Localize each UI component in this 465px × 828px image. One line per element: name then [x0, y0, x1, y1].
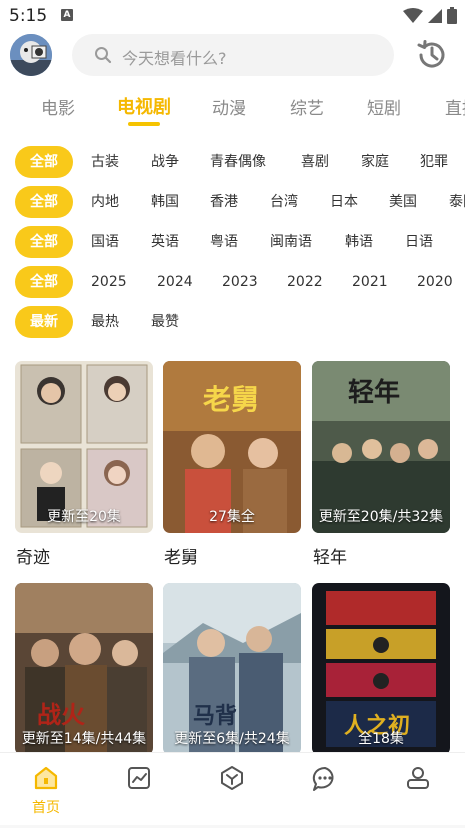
- episode-badge: 更新至14集/共44集: [21, 731, 147, 747]
- nav-messages[interactable]: [295, 765, 355, 797]
- poster-image: 轻年 更新至20集/共32集: [312, 361, 450, 533]
- chart-icon: [128, 767, 150, 789]
- filter-year-all[interactable]: 全部: [15, 266, 73, 298]
- filter-chip[interactable]: 2023: [222, 266, 258, 298]
- filter-chip[interactable]: 台湾: [270, 186, 298, 218]
- home-icon: [34, 766, 58, 790]
- user-icon: [407, 767, 429, 789]
- nav-trending[interactable]: [109, 765, 169, 795]
- filter-chip[interactable]: 英语: [151, 226, 179, 258]
- filter-chip[interactable]: 喜剧: [301, 146, 329, 178]
- filter-chip[interactable]: 泰国: [449, 186, 465, 218]
- status-icons: [403, 7, 457, 24]
- filter-chip[interactable]: 日语: [405, 226, 433, 258]
- filter-chip[interactable]: 战争: [151, 146, 179, 178]
- avatar[interactable]: [10, 34, 52, 76]
- filter-chip[interactable]: 香港: [210, 186, 238, 218]
- filter-chip[interactable]: 犯罪: [420, 146, 448, 178]
- sort-chip[interactable]: 最赞: [151, 306, 179, 338]
- filter-row-genre: 全部 古装 战争 青春偶像 喜剧 家庭 犯罪: [0, 144, 465, 180]
- signal-icon: [428, 8, 442, 23]
- filter-row-region: 全部 内地 韩国 香港 台湾 日本 美国 泰国: [0, 184, 465, 220]
- filter-chip[interactable]: 韩国: [151, 186, 179, 218]
- notification-a-icon: A: [61, 9, 73, 21]
- video-title: 奇迹: [16, 548, 50, 568]
- cube-icon: [221, 766, 243, 790]
- svg-text:马背: 马背: [193, 704, 237, 729]
- bottom-nav: 首页: [0, 752, 465, 828]
- filter-chip[interactable]: 青春偶像: [210, 146, 266, 178]
- episode-badge: 27集全: [209, 509, 255, 525]
- filter-row-year: 全部 2025 2024 2023 2022 2021 2020: [0, 264, 465, 300]
- filter-region-all[interactable]: 全部: [15, 186, 73, 218]
- video-title: 轻年: [313, 548, 347, 568]
- episode-badge: 更新至6集/共24集: [174, 731, 290, 747]
- episode-badge: 全18集: [358, 731, 404, 747]
- nav-home[interactable]: 首页: [16, 765, 76, 817]
- filter-chip[interactable]: 闽南语: [270, 226, 312, 258]
- filter-chip[interactable]: 2024: [157, 266, 193, 298]
- poster-image: 老舅 27集全: [163, 361, 301, 533]
- video-title: 老舅: [164, 548, 198, 568]
- header: 今天想看什么?: [0, 32, 465, 78]
- filter-chip[interactable]: 古装: [91, 146, 119, 178]
- filter-chip[interactable]: 国语: [91, 226, 119, 258]
- filter-chip[interactable]: 2025: [91, 266, 127, 298]
- poster-image: 马背 更新至6集/共24集: [163, 583, 301, 755]
- filter-chip[interactable]: 内地: [91, 186, 119, 218]
- filter-chip[interactable]: 2022: [287, 266, 323, 298]
- status-bar: 5:15 A: [0, 0, 465, 32]
- tab-anime[interactable]: 动漫: [212, 94, 246, 119]
- filter-language-all[interactable]: 全部: [15, 226, 73, 258]
- poster-image: 人之初 全18集: [312, 583, 450, 755]
- tab-variety[interactable]: 综艺: [290, 94, 324, 119]
- search-placeholder: 今天想看什么?: [122, 49, 227, 68]
- svg-text:老舅: 老舅: [203, 383, 259, 416]
- poster-image: 战火 更新至14集/共44集: [15, 583, 153, 755]
- filter-row-language: 全部 国语 英语 粤语 闽南语 韩语 日语: [0, 224, 465, 260]
- svg-text:轻年: 轻年: [348, 377, 400, 408]
- filter-chip[interactable]: 家庭: [361, 146, 389, 178]
- active-tab-indicator: [128, 122, 160, 126]
- nav-home-label: 首页: [32, 800, 60, 816]
- tab-short-drama[interactable]: 短剧: [367, 94, 401, 119]
- category-tabs: 电影 电视剧 动漫 综艺 短剧 直播: [0, 88, 465, 128]
- search-input[interactable]: 今天想看什么?: [72, 34, 394, 76]
- episode-badge: 更新至20集: [47, 509, 121, 525]
- filter-chip[interactable]: 日本: [330, 186, 358, 218]
- poster-image: 更新至20集: [15, 361, 153, 533]
- nav-profile[interactable]: [388, 765, 448, 795]
- wifi-icon: [403, 7, 423, 23]
- search-icon: [95, 47, 112, 64]
- filter-chip[interactable]: 2021: [352, 266, 388, 298]
- filter-genre-all[interactable]: 全部: [15, 146, 73, 178]
- chat-icon: [312, 766, 334, 791]
- filter-chip[interactable]: 韩语: [345, 226, 373, 258]
- tab-tv-series[interactable]: 电视剧: [117, 93, 171, 119]
- sort-chip[interactable]: 最热: [91, 306, 119, 338]
- history-icon[interactable]: [414, 37, 450, 73]
- filter-chip[interactable]: 2020: [417, 266, 453, 298]
- filter-chip[interactable]: 美国: [389, 186, 417, 218]
- status-time: 5:15: [9, 6, 48, 26]
- episode-badge: 更新至20集/共32集: [318, 509, 444, 525]
- tab-live[interactable]: 直播: [445, 94, 465, 119]
- svg-text:战火: 战火: [37, 701, 85, 729]
- nav-discover[interactable]: [202, 765, 262, 795]
- battery-icon: [447, 7, 457, 24]
- sort-latest[interactable]: 最新: [15, 306, 73, 338]
- filter-chip[interactable]: 粤语: [210, 226, 238, 258]
- tab-movie[interactable]: 电影: [41, 94, 75, 119]
- filter-row-sort: 最新 最热 最赞: [0, 304, 465, 340]
